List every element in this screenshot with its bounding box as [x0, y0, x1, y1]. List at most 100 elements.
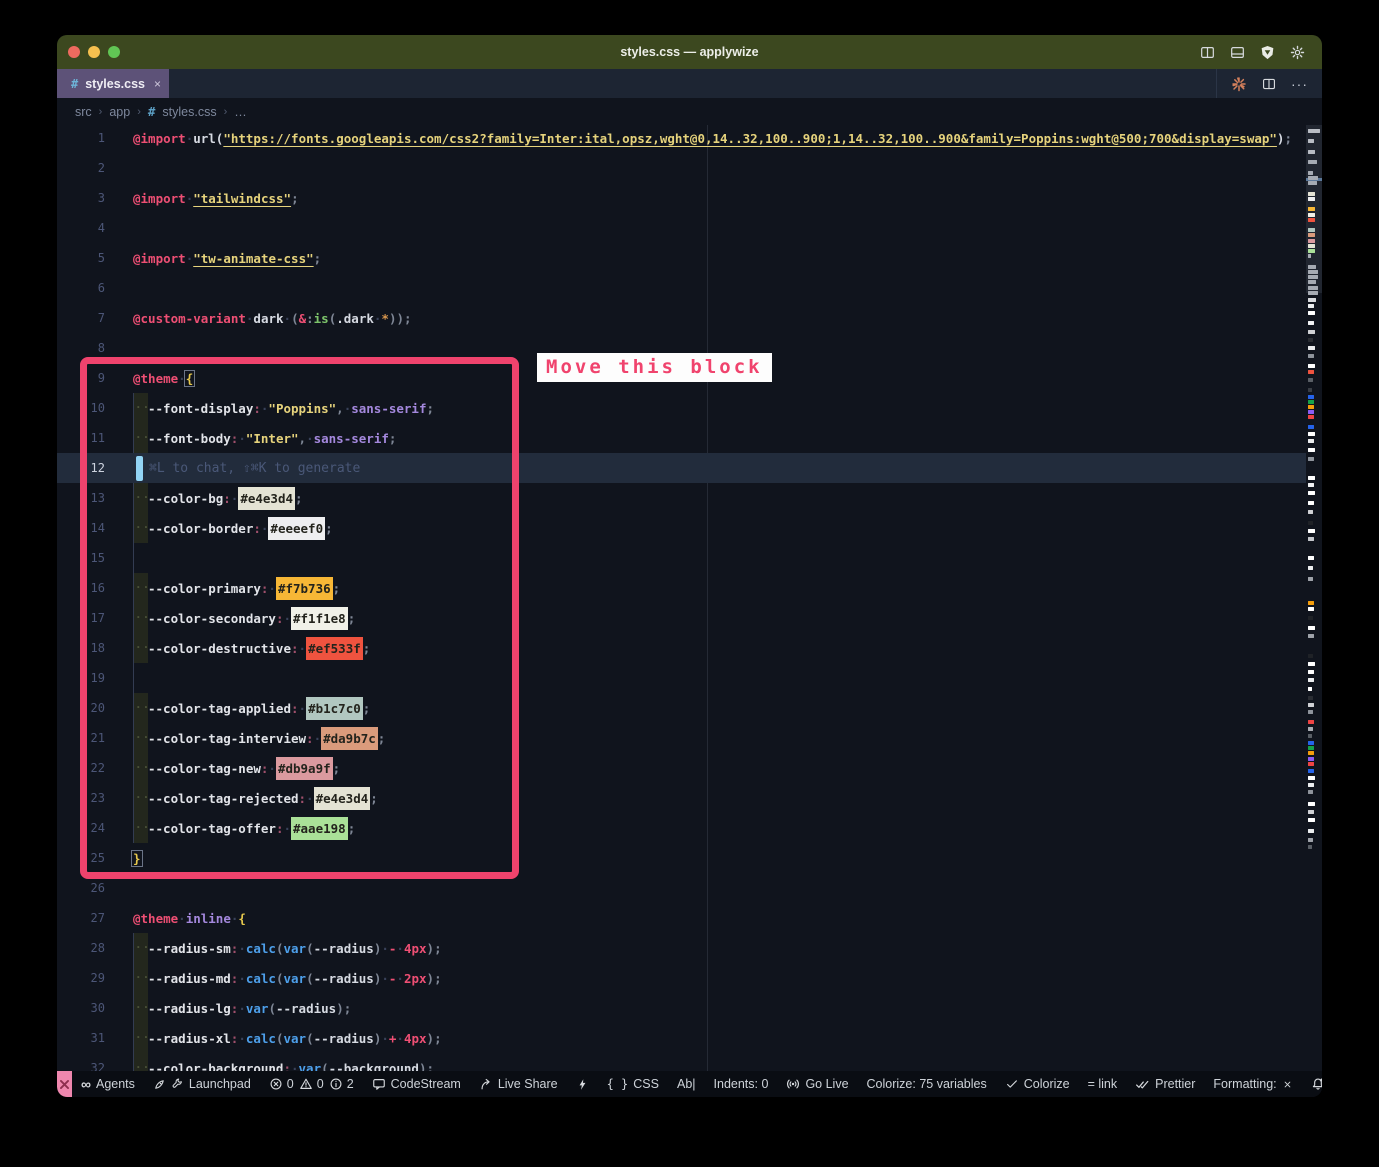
- comment-icon[interactable]: [372, 1077, 386, 1091]
- warning-icon[interactable]: [299, 1077, 313, 1091]
- close-icon[interactable]: [1282, 1079, 1293, 1090]
- settings-icon[interactable]: [1289, 44, 1306, 61]
- code-line[interactable]: 31··--radius-xl:·calc(var(--radius)·+·4p…: [57, 1023, 1322, 1053]
- code-line[interactable]: 22··--color-tag-new:·#db9a9f;: [57, 753, 1322, 783]
- line-number[interactable]: 15: [57, 551, 133, 565]
- code-line[interactable]: 25}: [57, 843, 1322, 873]
- code-line[interactable]: 19: [57, 663, 1322, 693]
- line-number[interactable]: 4: [57, 221, 133, 235]
- line-number[interactable]: 23: [57, 791, 133, 805]
- line-number[interactable]: 25: [57, 851, 133, 865]
- code-line[interactable]: 20··--color-tag-applied:·#b1c7c0;: [57, 693, 1322, 723]
- panel-bottom-icon[interactable]: [1229, 44, 1246, 61]
- line-number[interactable]: 24: [57, 821, 133, 835]
- code-line[interactable]: 4: [57, 213, 1322, 243]
- statusbar-formatting[interactable]: Formatting:: [1204, 1071, 1301, 1097]
- line-number[interactable]: 28: [57, 941, 133, 955]
- line-number[interactable]: 2: [57, 161, 133, 175]
- line-number[interactable]: 21: [57, 731, 133, 745]
- statusbar-colorize-count[interactable]: Colorize: 75 variables: [858, 1071, 996, 1097]
- line-number[interactable]: 27: [57, 911, 133, 925]
- line-number[interactable]: 31: [57, 1031, 133, 1045]
- line-number[interactable]: 26: [57, 881, 133, 895]
- code-line[interactable]: 30··--radius-lg:·var(--radius);: [57, 993, 1322, 1023]
- statusbar-notifications[interactable]: [1302, 1071, 1322, 1097]
- info-icon[interactable]: [329, 1077, 343, 1091]
- breadcrumb-item[interactable]: styles.css: [162, 105, 216, 119]
- error-icon[interactable]: [269, 1077, 283, 1091]
- line-number[interactable]: 12: [57, 461, 133, 475]
- code-line[interactable]: 5@import·"tw-animate-css";: [57, 243, 1322, 273]
- bell-icon[interactable]: [1311, 1077, 1322, 1091]
- code-line[interactable]: 18··--color-destructive:·#ef533f;: [57, 633, 1322, 663]
- code-line[interactable]: 1@import·url("https://fonts.googleapis.c…: [57, 125, 1322, 153]
- rocket-icon[interactable]: [153, 1078, 166, 1091]
- share-icon[interactable]: [479, 1077, 493, 1091]
- line-number[interactable]: 19: [57, 671, 133, 685]
- code-line[interactable]: 14··--color-border:·#eeeef0;: [57, 513, 1322, 543]
- code-line[interactable]: 15: [57, 543, 1322, 573]
- line-number[interactable]: 3: [57, 191, 133, 205]
- infinity-icon[interactable]: ∞: [81, 1076, 91, 1092]
- code-line[interactable]: 27@theme·inline·{: [57, 903, 1322, 933]
- code-line[interactable]: 17··--color-secondary:·#f1f1e8;: [57, 603, 1322, 633]
- check-icon[interactable]: [1005, 1077, 1019, 1091]
- statusbar-link[interactable]: = link: [1079, 1071, 1127, 1097]
- line-number[interactable]: 1: [57, 131, 133, 145]
- line-number[interactable]: 17: [57, 611, 133, 625]
- statusbar-indents[interactable]: Indents: 0: [705, 1071, 778, 1097]
- line-number[interactable]: 7: [57, 311, 133, 325]
- code-line[interactable]: 29··--radius-md:·calc(var(--radius)·-·2p…: [57, 963, 1322, 993]
- line-number[interactable]: 13: [57, 491, 133, 505]
- braces-icon[interactable]: { }: [607, 1077, 629, 1091]
- line-number[interactable]: 11: [57, 431, 133, 445]
- lightning-icon[interactable]: [576, 1078, 589, 1091]
- broadcast-icon[interactable]: [786, 1077, 800, 1091]
- editor[interactable]: 1@import·url("https://fonts.googleapis.c…: [57, 125, 1322, 1071]
- code-line[interactable]: 12⌘L to chat, ⇧⌘K to generate: [57, 453, 1322, 483]
- dcheck-icon[interactable]: [1135, 1077, 1150, 1092]
- starburst-icon[interactable]: [1231, 76, 1247, 92]
- line-number[interactable]: 9: [57, 371, 133, 385]
- statusbar-go-live[interactable]: Go Live: [777, 1071, 857, 1097]
- wrench-icon[interactable]: [171, 1078, 184, 1091]
- more-icon[interactable]: ···: [1291, 76, 1308, 92]
- statusbar-codestream[interactable]: CodeStream: [363, 1071, 470, 1097]
- remote-icon[interactable]: [57, 1077, 72, 1092]
- close-window-button[interactable]: [68, 46, 80, 58]
- line-number[interactable]: 6: [57, 281, 133, 295]
- breadcrumb-item[interactable]: app: [109, 105, 130, 119]
- code-line[interactable]: 11··--font-body:·"Inter",·sans-serif;: [57, 423, 1322, 453]
- line-number[interactable]: 32: [57, 1061, 133, 1071]
- statusbar-launchpad[interactable]: Launchpad: [144, 1071, 260, 1097]
- code-line[interactable]: 23··--color-tag-rejected:·#e4e3d4;: [57, 783, 1322, 813]
- line-number[interactable]: 18: [57, 641, 133, 655]
- shield-icon[interactable]: [1259, 44, 1276, 61]
- code-line[interactable]: 7@custom-variant·dark·(&:is(.dark·*));: [57, 303, 1322, 333]
- line-number[interactable]: 29: [57, 971, 133, 985]
- code-line[interactable]: 21··--color-tag-interview:·#da9b7c;: [57, 723, 1322, 753]
- line-number[interactable]: 22: [57, 761, 133, 775]
- statusbar-agents[interactable]: ∞Agents: [72, 1071, 144, 1097]
- code-line[interactable]: 2: [57, 153, 1322, 183]
- code-line[interactable]: 24··--color-tag-offer:·#aae198;: [57, 813, 1322, 843]
- code-line[interactable]: 3@import·"tailwindcss";: [57, 183, 1322, 213]
- zoom-window-button[interactable]: [108, 46, 120, 58]
- code-line[interactable]: 26: [57, 873, 1322, 903]
- split-editor-icon[interactable]: [1199, 44, 1216, 61]
- statusbar-prettier[interactable]: Prettier: [1126, 1071, 1204, 1097]
- line-number[interactable]: 5: [57, 251, 133, 265]
- breadcrumb-item[interactable]: …: [234, 105, 247, 119]
- code-line[interactable]: 10··--font-display:·"Poppins",·sans-seri…: [57, 393, 1322, 423]
- code-line[interactable]: 6: [57, 273, 1322, 303]
- line-number[interactable]: 20: [57, 701, 133, 715]
- code-line[interactable]: 32··--color-background:·var(--background…: [57, 1053, 1322, 1071]
- statusbar-remote-indicator[interactable]: [57, 1071, 72, 1097]
- statusbar-power[interactable]: [567, 1071, 598, 1097]
- code-line[interactable]: 28··--radius-sm:·calc(var(--radius)·-·4p…: [57, 933, 1322, 963]
- split-editor-sm-icon[interactable]: [1261, 76, 1277, 92]
- line-number[interactable]: 16: [57, 581, 133, 595]
- statusbar-word-wrap[interactable]: Ab|: [668, 1071, 705, 1097]
- code-line[interactable]: 13··--color-bg:·#e4e3d4;: [57, 483, 1322, 513]
- minimize-window-button[interactable]: [88, 46, 100, 58]
